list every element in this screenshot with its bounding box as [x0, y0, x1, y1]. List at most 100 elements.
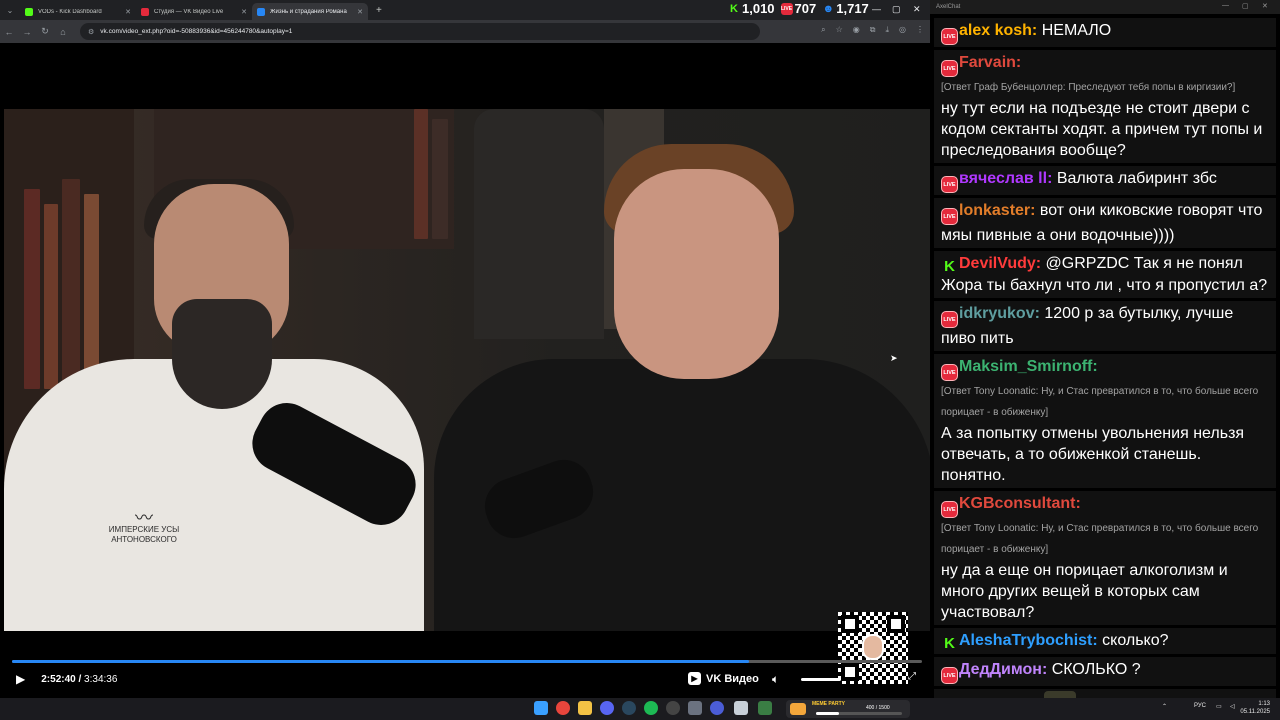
book: [414, 109, 428, 239]
back-icon[interactable]: ←: [0, 27, 18, 37]
volume-slider[interactable]: [801, 678, 841, 681]
player-controls: ▶ 2:52:40 / 3:34:36 ▶ VK Видео 🔈︎ ⤢: [4, 668, 930, 690]
new-tab-button[interactable]: +: [376, 5, 382, 16]
chat-message[interactable]: LIVE вячеслав ll: Валюта лабиринт збс: [934, 166, 1276, 195]
download-icon[interactable]: ⤓: [885, 25, 889, 35]
kick-logo-icon: K: [944, 635, 955, 652]
chat-message[interactable]: LIVE KGBconsultant: [Ответ Tony Loonatic: …: [934, 491, 1276, 625]
chat-username[interactable]: alex kosh:: [959, 22, 1037, 39]
clock-date: 05.11.2025: [1240, 709, 1270, 715]
tab-vk-studio[interactable]: Студия — VK Видео Live ✕: [136, 3, 252, 20]
chat-message[interactable]: LIVE Maksim_Smirnoff: [Ответ Tony Loonatic…: [934, 354, 1276, 488]
app-icon[interactable]: [688, 701, 702, 715]
maximize-icon[interactable]: ▢: [892, 4, 901, 15]
chat-username[interactable]: Maksim_Smirnoff:: [959, 358, 1098, 375]
chat-message[interactable]: LIVE idkryukov: 1200 р за бутылку, лучше …: [934, 301, 1276, 351]
app-icon[interactable]: [758, 701, 772, 715]
video-frame[interactable]: 〰 ИМПЕРСКИЕ УСЫ АНТОНОВСКОГО ➤: [4, 109, 930, 631]
reload-icon[interactable]: ↻: [36, 26, 54, 37]
chat-username[interactable]: Farvain:: [959, 54, 1021, 71]
network-icon[interactable]: ▭: [1216, 703, 1222, 710]
chat-message-text: ну тут если на подъезде не стоит двери с…: [941, 100, 1263, 159]
discord-icon[interactable]: [600, 701, 614, 715]
chat-username[interactable]: вячеслав ll:: [959, 170, 1052, 187]
profile-icon[interactable]: ◎: [899, 25, 906, 35]
chat-username[interactable]: AleshaTrybochist:: [959, 632, 1098, 649]
vk-live-icon: LIVE: [941, 176, 958, 193]
meme-party-icon: [790, 703, 806, 715]
home-icon[interactable]: ⌂: [54, 27, 72, 37]
chrome-icon[interactable]: [556, 701, 570, 715]
meme-party-progress-fill: [816, 712, 840, 715]
vk-viewers: 707: [794, 1, 817, 16]
chat-message[interactable]: K AleshaTrybochist: сколько?: [934, 628, 1276, 654]
qr-corner: [887, 615, 905, 633]
chat-feed[interactable]: LIVE alex kosh: НЕМАЛО LIVE Farvain: [Ответ …: [934, 18, 1276, 698]
extension-icon[interactable]: ◉: [853, 25, 860, 35]
minimize-icon[interactable]: —: [872, 4, 881, 14]
chat-titlebar: AxelChat — ▢ ✕: [930, 0, 1280, 14]
spotify-icon[interactable]: [644, 701, 658, 715]
close-window-icon[interactable]: ✕: [913, 4, 921, 15]
book: [24, 189, 40, 389]
maximize-icon[interactable]: ▢: [1242, 2, 1249, 10]
extensions-puzzle-icon[interactable]: ⧉: [870, 25, 876, 35]
active-app-icon[interactable]: [734, 701, 748, 715]
time-display: 2:52:40 / 3:34:36: [41, 674, 117, 685]
tray-chevron-icon[interactable]: ⌃: [1162, 703, 1167, 710]
kick-viewers: 1,010: [742, 1, 775, 16]
shirt-logo-text: ИМПЕРСКИЕ УСЫ АНТОНОВСКОГО: [108, 525, 180, 544]
vk-video-brand[interactable]: ▶ VK Видео: [688, 672, 759, 685]
chat-username[interactable]: KGBconsultant:: [959, 495, 1081, 512]
meme-party-count: 400 / 1500: [866, 705, 890, 711]
vk-live-icon: LIVE: [941, 208, 958, 225]
minimize-icon[interactable]: —: [1222, 2, 1229, 9]
obs-icon[interactable]: [666, 701, 680, 715]
site-info-icon[interactable]: ⚙: [88, 28, 94, 36]
chat-username[interactable]: idkryukov:: [959, 305, 1040, 322]
address-bar[interactable]: ⚙ vk.com/video_ext.php?oid=-50883936&id=…: [80, 23, 760, 40]
close-icon[interactable]: ✕: [241, 8, 247, 16]
chat-message[interactable]: LIVE alex kosh: НЕМАЛО: [934, 18, 1276, 47]
chat-username[interactable]: lonkaster:: [959, 202, 1035, 219]
close-window-icon[interactable]: ✕: [1262, 2, 1268, 10]
tab-kick-dashboard[interactable]: VODs - Kick Dashboard ✕: [20, 3, 136, 20]
chat-message[interactable]: LIVE Farvain: [Ответ Граф Бубенцоллер: Пре…: [934, 50, 1276, 163]
forward-icon[interactable]: →: [18, 27, 36, 37]
chat-message[interactable]: LIVE lonkaster: вот они киковские говорят…: [934, 198, 1276, 248]
tab-vk-video[interactable]: Жизнь и страдания Романа ✕: [252, 3, 368, 20]
vk-live-icon: LIVE: [780, 2, 793, 15]
system-clock[interactable]: 1:13 05.11.2025: [1240, 700, 1270, 716]
video-player[interactable]: 〰 ИМПЕРСКИЕ УСЫ АНТОНОВСКОГО ➤ ▶ 2:52:40…: [4, 44, 930, 696]
bookmark-star-icon[interactable]: ☆: [836, 25, 843, 35]
meme-party-progress: [816, 712, 902, 715]
total-viewer-count: ☻ 1,717: [822, 1, 868, 16]
chat-username[interactable]: DevilVudy:: [959, 255, 1041, 272]
chat-message[interactable]: LIVE ДедДимон: СКОЛЬКО ?: [934, 657, 1276, 686]
language-indicator[interactable]: РУС: [1194, 703, 1206, 709]
close-icon[interactable]: ✕: [125, 8, 131, 16]
media-player-icon[interactable]: [710, 701, 724, 715]
shirt-logo: 〰 ИМПЕРСКИЕ УСЫ АНТОНОВСКОГО: [104, 509, 184, 545]
play-icon[interactable]: ▶: [16, 672, 25, 686]
chat-message[interactable]: LIVEidkryukov:: [934, 689, 1276, 698]
browser-toolbar: ← → ↻ ⌂ ⚙ vk.com/video_ext.php?oid=-5088…: [0, 20, 930, 43]
volume-icon[interactable]: 🔈︎: [772, 672, 779, 687]
fullscreen-icon[interactable]: ⤢: [908, 671, 916, 682]
seek-bar[interactable]: [12, 660, 922, 663]
speaker-icon[interactable]: ◁: [1230, 703, 1235, 710]
tab-search-icon[interactable]: ⌄: [0, 0, 20, 20]
steam-icon[interactable]: [622, 701, 636, 715]
desktop: ⌄ VODs - Kick Dashboard ✕ Студия — VK Ви…: [0, 0, 1280, 720]
menu-kebab-icon[interactable]: ⋮: [916, 25, 924, 35]
chat-message[interactable]: K DevilVudy: @GRPZDC Так я не понял Жора …: [934, 251, 1276, 298]
mouse-cursor-icon: ➤: [890, 353, 898, 363]
close-icon[interactable]: ✕: [357, 8, 363, 16]
seek-bar-played: [12, 660, 750, 663]
meme-party-widget[interactable]: MEME PARTY 400 / 1500: [786, 700, 910, 718]
zoom-icon[interactable]: ⌕: [821, 25, 825, 35]
chat-message-text: НЕМАЛО: [1041, 22, 1112, 39]
start-icon[interactable]: [534, 701, 548, 715]
explorer-icon[interactable]: [578, 701, 592, 715]
chat-username[interactable]: ДедДимон:: [959, 661, 1047, 678]
